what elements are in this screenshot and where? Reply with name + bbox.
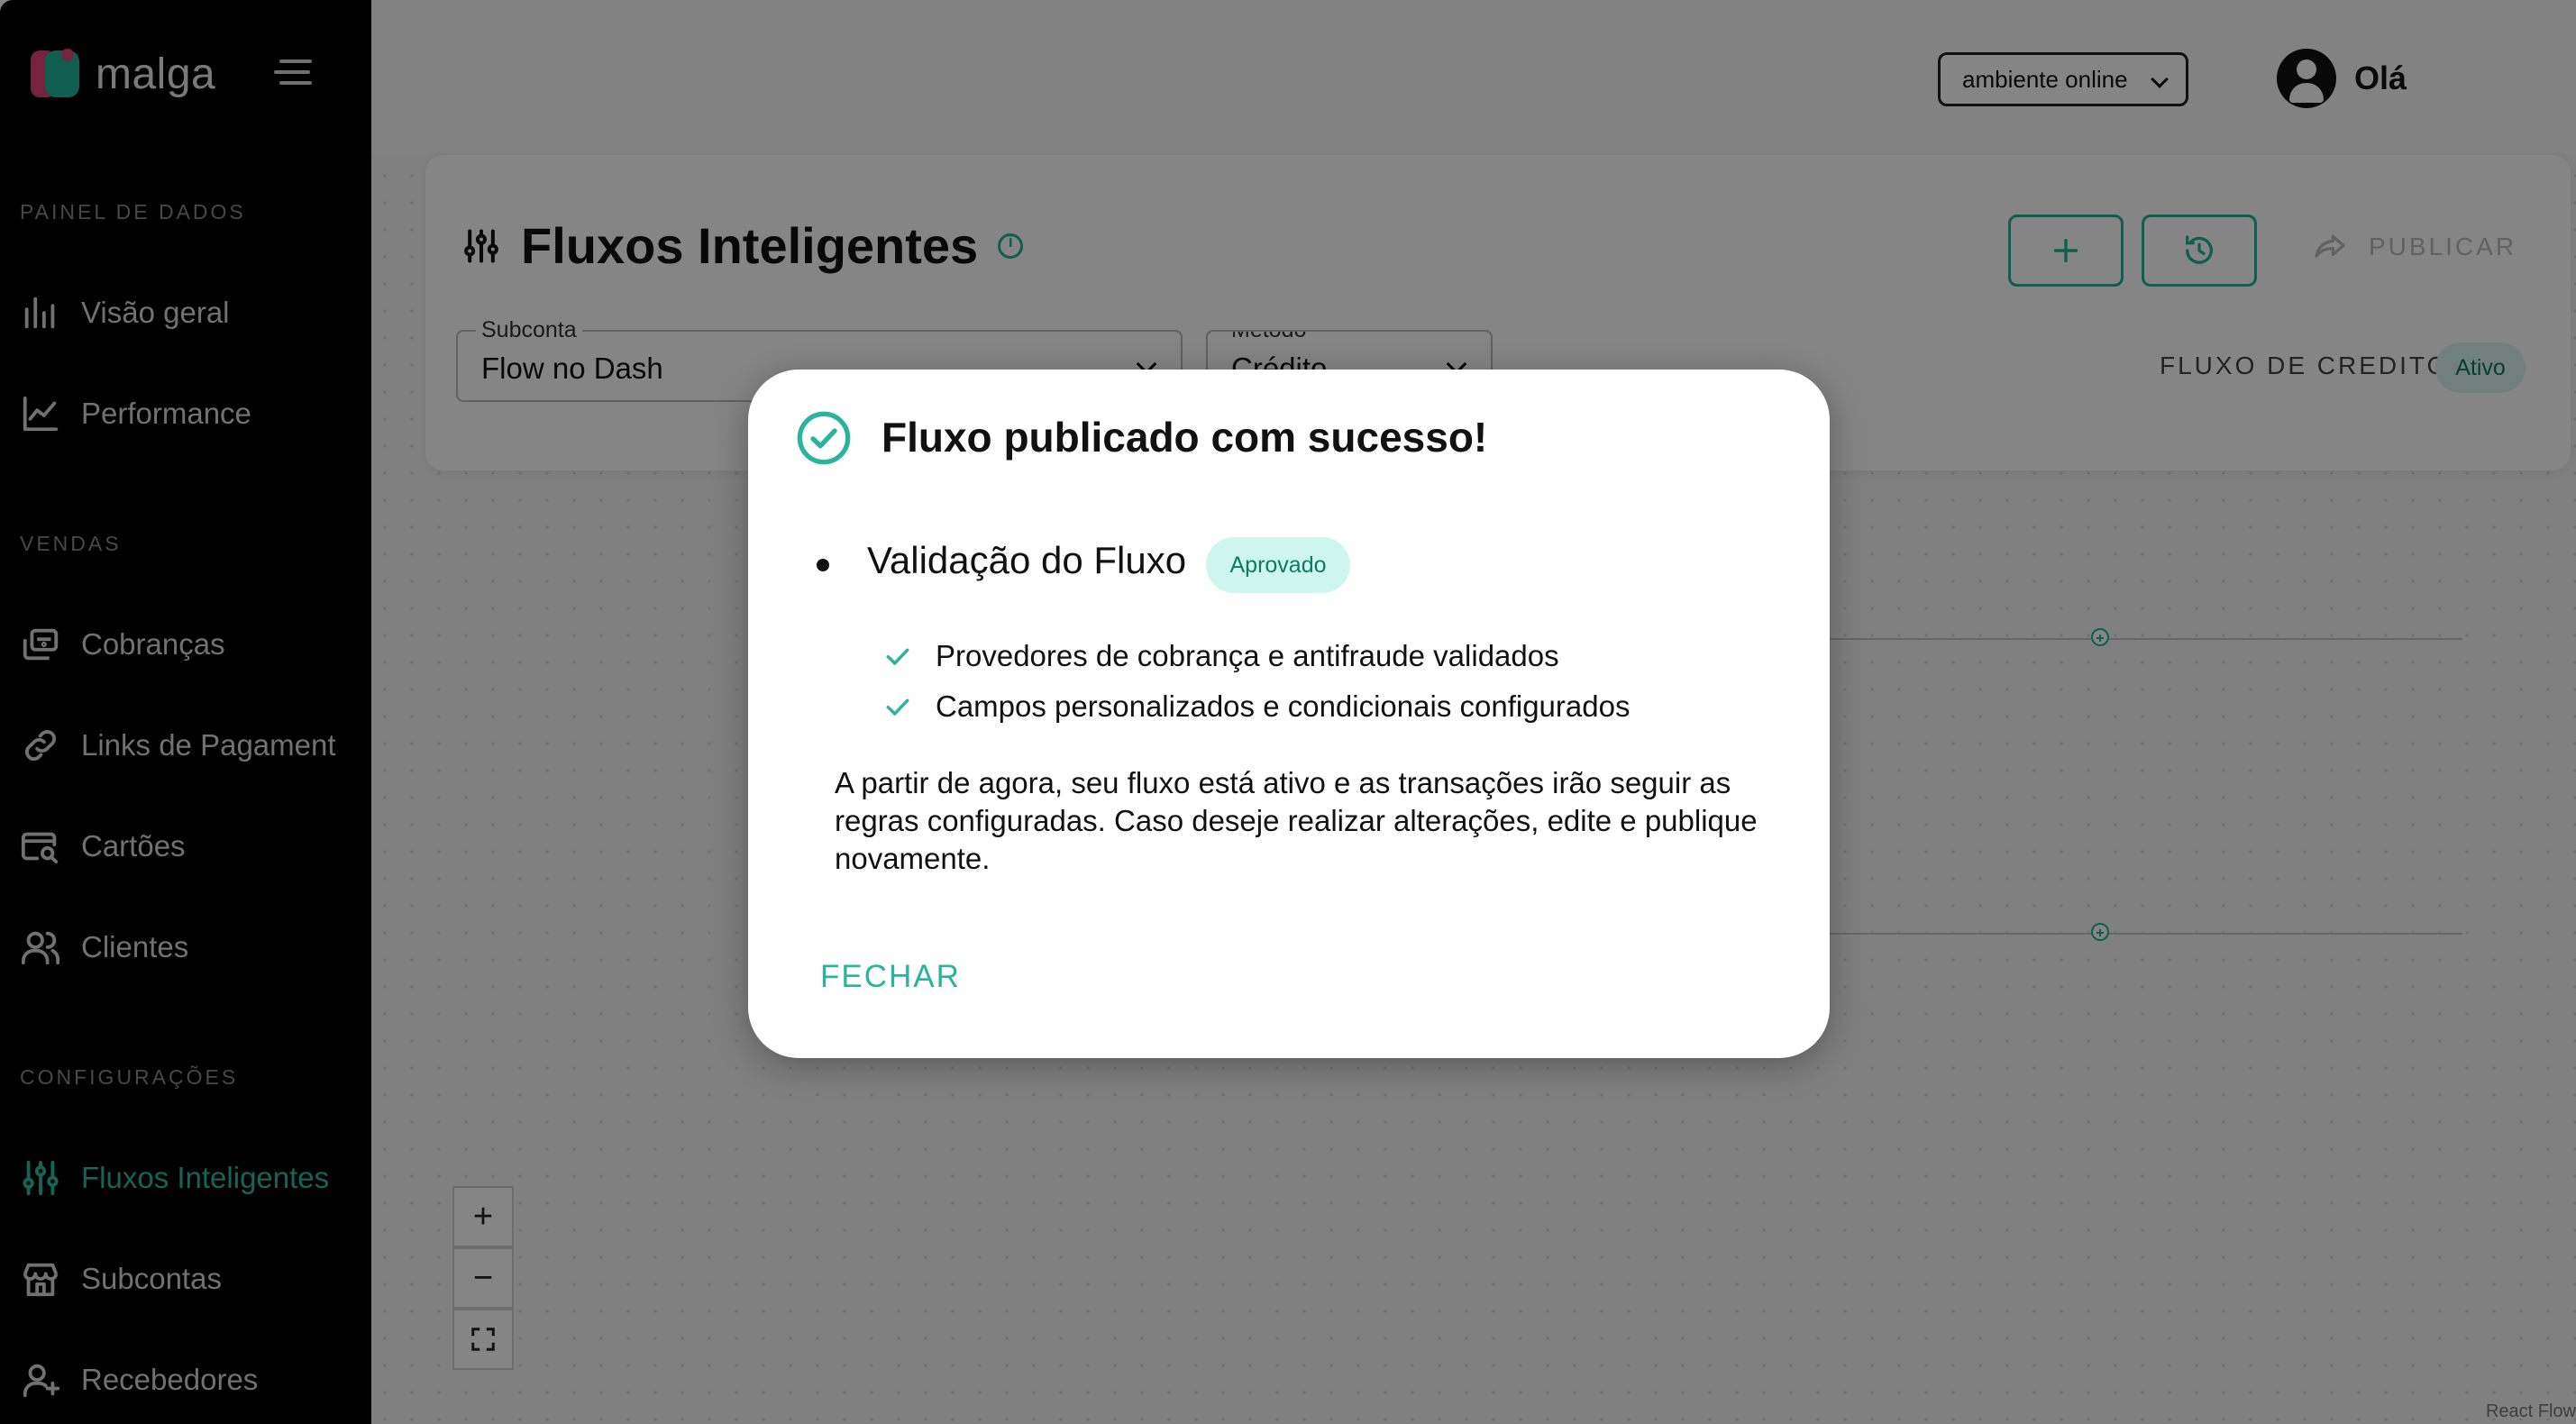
list-item: Campos personalizados e condicionais con… bbox=[883, 681, 1630, 732]
check-label: Provedores de cobrança e antifraude vali… bbox=[936, 639, 1559, 672]
check-icon bbox=[886, 698, 909, 716]
modal-title: Fluxo publicado com sucesso! bbox=[882, 414, 1488, 461]
validation-checklist: Provedores de cobrança e antifraude vali… bbox=[883, 631, 1630, 732]
modal-description: A partir de agora, seu fluxo está ativo … bbox=[835, 766, 1758, 875]
success-modal: Fluxo publicado com sucesso! Validação d… bbox=[748, 370, 1830, 1058]
validation-title: Validação do Fluxo bbox=[867, 539, 1187, 581]
close-button[interactable]: FECHAR bbox=[811, 954, 970, 1000]
check-label: Campos personalizados e condicionais con… bbox=[936, 689, 1631, 723]
bullet-icon bbox=[817, 559, 829, 571]
check-icon bbox=[886, 648, 909, 665]
list-item: Provedores de cobrança e antifraude vali… bbox=[883, 631, 1630, 681]
status-badge: Aprovado bbox=[1206, 537, 1350, 593]
check-circle-icon bbox=[797, 411, 851, 465]
